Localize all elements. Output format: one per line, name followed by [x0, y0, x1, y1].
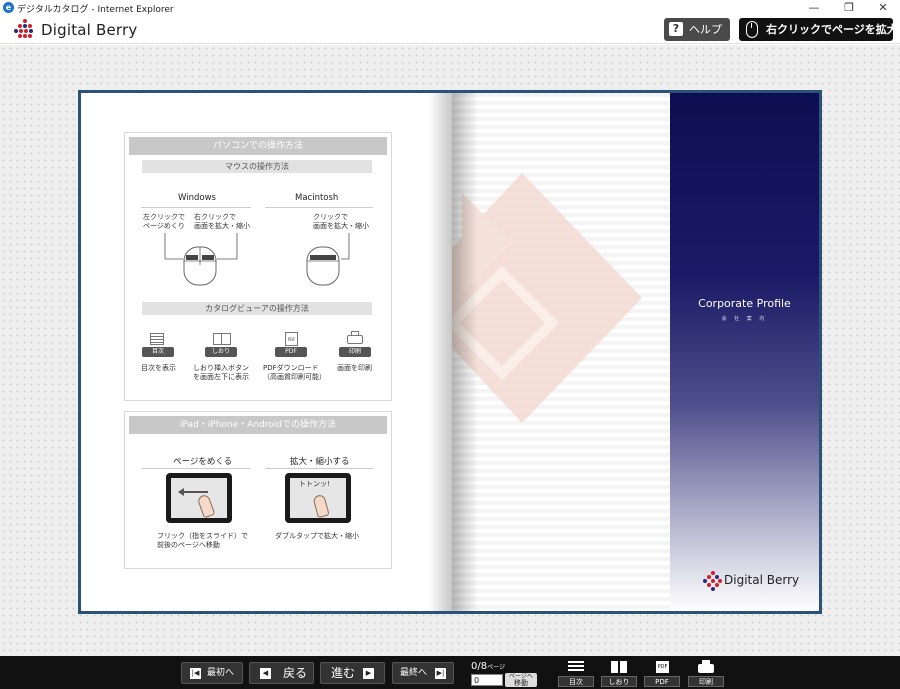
print-tag: 印刷: [339, 347, 371, 357]
pdf-desc-2: （高画質印刷可能）: [263, 373, 326, 381]
flip-desc-2: 前後のページへ移動: [157, 541, 220, 549]
cover-navy-panel: Corporate Profile 会 社 案 内: [670, 93, 819, 611]
pdf-label: PDF: [644, 676, 680, 687]
page-indicator: 0/8ページ: [471, 661, 505, 672]
back-arrow-icon: ◀: [260, 668, 271, 679]
tap-sound-text: トトンッ!: [299, 480, 330, 488]
zoom-desc: ダブルタップで拡大・縮小: [275, 532, 359, 540]
left-gutter-shadow: [428, 93, 452, 611]
pdf-tag: PDF: [275, 347, 307, 357]
help-label: ヘルプ: [689, 23, 722, 36]
toc-button[interactable]: 目次: [556, 659, 596, 687]
last-page-icon: ▶|: [435, 668, 446, 679]
pdf-button[interactable]: PDF PDF: [642, 659, 682, 687]
zoom-hint-label: 右クリックでページを拡大: [766, 23, 898, 36]
windows-right-click-2: 画面を拡大・縮小: [194, 222, 250, 230]
left-page[interactable]: パソコンでの操作方法 マウスの操作方法 Windows 左クリックで ページめく…: [81, 93, 452, 611]
back-button[interactable]: ◀ 戻る: [249, 662, 314, 684]
help-button[interactable]: ? ヘルプ: [664, 18, 730, 41]
pc-section-title: パソコンでの操作方法: [129, 137, 387, 155]
minimize-button[interactable]: —: [797, 0, 831, 16]
toc-desc: 目次を表示: [141, 364, 176, 372]
bookmark-tag: しおり: [205, 347, 237, 357]
macintosh-underline: [265, 207, 373, 208]
last-page-button[interactable]: 最終へ ▶|: [392, 662, 454, 684]
cover-logo-text: Digital Berry: [724, 573, 800, 587]
bookmark-panel-icon: [611, 661, 627, 674]
right-page-cover[interactable]: Corporate Profile 会 社 案 内 Digital Berry: [452, 93, 819, 611]
viewer-header: Digital Berry ? ヘルプ 右クリックでページを拡大: [0, 16, 900, 44]
mouse-subtitle: マウスの操作方法: [142, 160, 372, 173]
bookmark-desc-2: を画面左下に表示: [193, 373, 249, 381]
restore-button[interactable]: ❐: [832, 0, 866, 16]
pdf-icon: PDF: [285, 332, 298, 346]
right-gutter-shadow: [452, 93, 478, 611]
flip-underline: [141, 468, 251, 469]
first-page-icon: |◀: [190, 668, 201, 679]
windows-mouse-icon: [164, 233, 238, 286]
windows-underline: [141, 207, 251, 208]
mac-mouse-icon: [306, 233, 350, 286]
page-total: /8: [477, 661, 488, 672]
close-button[interactable]: ✕: [866, 0, 900, 16]
catalog-book[interactable]: パソコンでの操作方法 マウスの操作方法 Windows 左クリックで ページめく…: [78, 90, 822, 614]
bookmark-button[interactable]: しおり: [599, 659, 639, 687]
toc-label: 目次: [558, 676, 594, 687]
last-page-label: 最終へ: [400, 668, 428, 678]
goto-page-button[interactable]: ページへ 移動: [505, 673, 537, 687]
windows-heading: Windows: [178, 193, 216, 203]
page-number-input[interactable]: [471, 674, 503, 686]
print-label: 印刷: [688, 676, 724, 687]
window-title-bar: e デジタルカタログ - Internet Explorer — ❐ ✕: [0, 0, 900, 16]
cover-subtitle: 会 社 案 内: [721, 316, 768, 322]
print-icon: [347, 331, 363, 344]
pdf-file-icon: PDF: [656, 661, 669, 673]
page-unit: ページ: [487, 664, 505, 671]
cover-title: Corporate Profile: [698, 297, 791, 310]
pc-instructions-panel: パソコンでの操作方法 マウスの操作方法 Windows 左クリックで ページめく…: [124, 132, 392, 401]
viewer-subtitle: カタログビューアの操作方法: [142, 302, 372, 315]
next-arrow-icon: ▶: [363, 668, 374, 679]
bookmark-label: しおり: [601, 676, 637, 687]
toc-tag: 目次: [142, 347, 174, 357]
flip-heading: ページをめくる: [173, 457, 233, 467]
goto-label-2: 移動: [514, 679, 528, 687]
logo-text: Digital Berry: [41, 21, 138, 39]
window-title: デジタルカタログ - Internet Explorer: [17, 5, 174, 15]
help-icon: ?: [669, 22, 683, 36]
tablet-zoom-illustration: トトンッ!: [285, 473, 351, 523]
toc-list-icon: [568, 661, 584, 673]
mac-click-2: 画面を拡大・縮小: [313, 222, 369, 230]
back-label: 戻る: [283, 666, 308, 680]
windows-left-click-2: ページめくり: [143, 222, 185, 230]
toc-icon: [150, 333, 164, 345]
bookmark-icon: [213, 333, 231, 345]
cover-logo-icon: [703, 571, 723, 591]
zoom-underline: [265, 468, 373, 469]
right-click-zoom-button[interactable]: 右クリックでページを拡大: [739, 18, 898, 41]
first-page-button[interactable]: |◀ 最初へ: [181, 662, 243, 684]
internet-explorer-icon: e: [3, 2, 14, 13]
next-label: 進む: [331, 666, 356, 680]
bottom-navigation-bar: |◀ 最初へ ◀ 戻る 進む ▶ 最終へ ▶| 0/8ページ ページへ移動 目次…: [0, 656, 900, 689]
macintosh-heading: Macintosh: [295, 193, 339, 203]
mouse-icon: [746, 21, 758, 38]
zoom-heading: 拡大・縮小する: [290, 457, 350, 467]
tablet-instructions-panel: iPad・iPhone・Androidでの操作方法 ページをめくる フリック（指…: [124, 411, 392, 569]
printer-icon: [698, 660, 714, 673]
tablet-section-title: iPad・iPhone・Androidでの操作方法: [129, 416, 387, 434]
print-button[interactable]: 印刷: [686, 659, 726, 687]
tablet-flip-illustration: [166, 473, 232, 523]
cover-diamond-graphic: [452, 173, 642, 423]
print-desc: 画面を印刷: [337, 364, 372, 372]
next-button[interactable]: 進む ▶: [320, 662, 385, 684]
digital-berry-logo-icon: [14, 19, 36, 41]
first-page-label: 最初へ: [207, 668, 235, 678]
